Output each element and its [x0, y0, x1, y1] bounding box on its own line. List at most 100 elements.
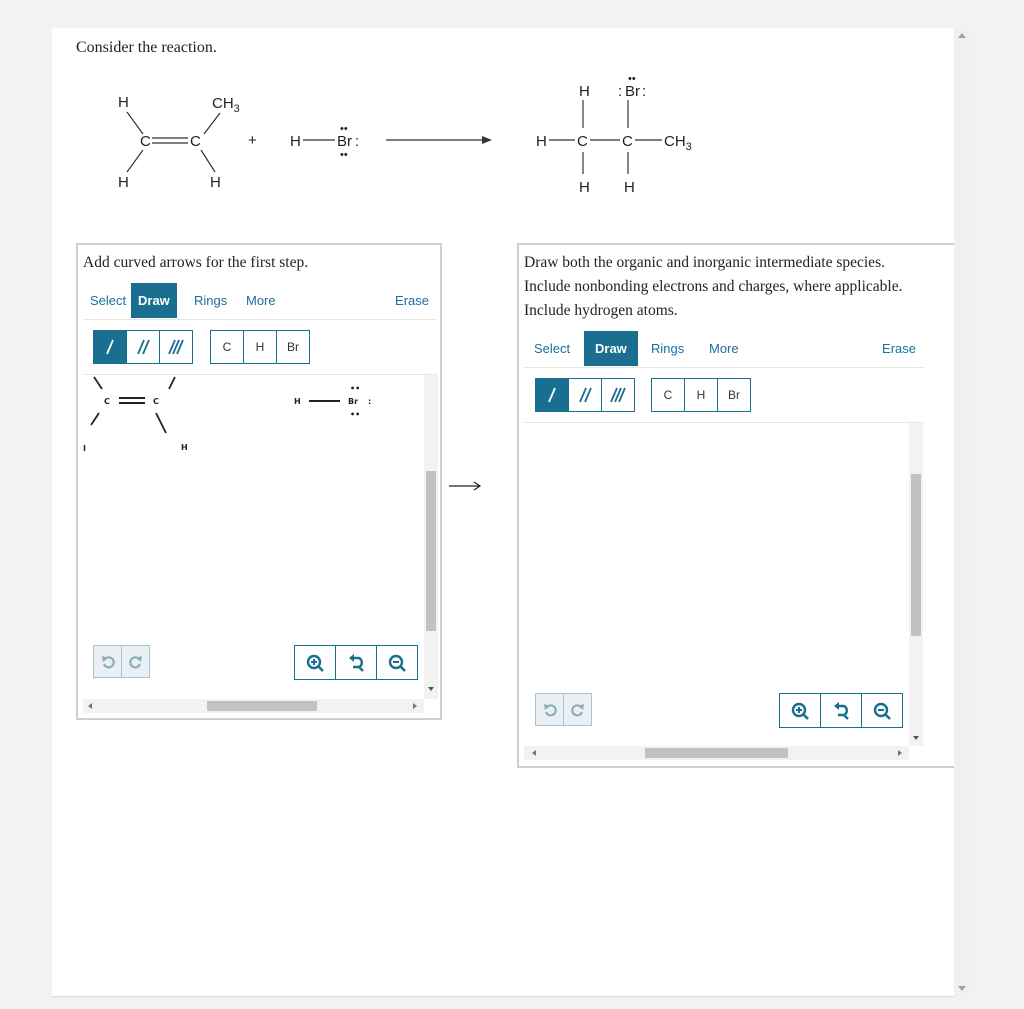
single-bond-icon [106, 339, 114, 355]
lone-pair: : [355, 133, 359, 150]
tab-more[interactable]: More [702, 331, 746, 366]
atom-tools: C H Br [651, 378, 751, 412]
zoom-out-button[interactable] [376, 645, 418, 680]
question-page: Consider the reaction. H CH3 C C H H + H… [52, 28, 965, 997]
atom-label: C [190, 133, 201, 150]
undo-button[interactable] [535, 693, 564, 726]
drawing-canvas[interactable]: C C H I H Br : •• •• [83, 375, 424, 699]
lone-pair: •• [340, 123, 348, 135]
tab-draw[interactable]: Draw [131, 283, 177, 318]
erase-button[interactable]: Erase [395, 283, 429, 318]
zoom-in-button[interactable] [779, 693, 821, 728]
history-tools [535, 693, 592, 726]
triple-bond-icon [610, 387, 626, 403]
atom-label: I [83, 444, 86, 453]
scroll-right-arrow[interactable] [898, 750, 902, 756]
lone-pair: •• [350, 410, 360, 419]
draw-tools: C H Br [83, 320, 437, 375]
atom-label: C [153, 397, 159, 406]
scroll-thumb[interactable] [645, 748, 788, 758]
zoom-in-icon [306, 654, 324, 672]
scroll-down-arrow[interactable] [913, 736, 919, 740]
scroll-thumb[interactable] [426, 471, 436, 631]
lone-pair: •• [340, 149, 348, 161]
tool-tabs: Select Draw Rings More Erase [524, 331, 924, 368]
history-tools [93, 645, 150, 678]
bond [90, 412, 100, 426]
drawing-canvas[interactable] [524, 423, 909, 746]
lone-pair: : [642, 83, 646, 100]
canvas-vertical-scrollbar[interactable] [909, 423, 923, 746]
triple-bond-icon [168, 339, 184, 355]
scroll-left-arrow[interactable] [532, 750, 536, 756]
bond [155, 412, 167, 434]
redo-button[interactable] [563, 693, 592, 726]
tab-select[interactable]: Select [527, 331, 577, 366]
curved-arrow-panel: Add curved arrows for the first step. Se… [76, 243, 442, 720]
product-bromopropane: H C C CH3 H : Br : •• H H [536, 73, 692, 196]
lone-pair: : [618, 83, 622, 100]
atom-label: Br [348, 397, 358, 406]
atom-label: CH3 [212, 95, 240, 115]
single-bond-button[interactable] [93, 330, 127, 364]
scroll-thumb[interactable] [207, 701, 317, 711]
scroll-thumb[interactable] [911, 474, 921, 636]
canvas-horizontal-scrollbar[interactable] [524, 746, 909, 760]
tab-rings[interactable]: Rings [644, 331, 691, 366]
atom-c-button[interactable]: C [210, 330, 244, 364]
atom-label: H [579, 83, 590, 100]
tab-select[interactable]: Select [83, 283, 133, 318]
redo-button[interactable] [121, 645, 150, 678]
atom-label: Br [337, 133, 352, 150]
bond [203, 112, 221, 135]
draw-tools: C H Br [524, 368, 924, 423]
bond [200, 149, 216, 173]
atom-br-button[interactable]: Br [276, 330, 310, 364]
canvas-horizontal-scrollbar[interactable] [83, 699, 424, 713]
scroll-up-arrow[interactable] [958, 33, 966, 38]
undo-icon [101, 655, 115, 668]
triple-bond-button[interactable] [601, 378, 635, 412]
atom-c-button[interactable]: C [651, 378, 685, 412]
triple-bond-button[interactable] [159, 330, 193, 364]
scroll-right-arrow[interactable] [413, 703, 417, 709]
atom-h-button[interactable]: H [684, 378, 718, 412]
zoom-in-button[interactable] [294, 645, 336, 680]
single-bond-button[interactable] [535, 378, 569, 412]
redo-icon [570, 703, 584, 716]
atom-label: CH3 [664, 133, 692, 153]
tab-more[interactable]: More [239, 283, 283, 318]
redo-icon [128, 655, 142, 668]
double-bond-button[interactable] [568, 378, 602, 412]
arrow-right-icon [449, 481, 482, 491]
undo-button[interactable] [93, 645, 122, 678]
atom-label: H [579, 179, 590, 196]
scroll-down-arrow[interactable] [428, 687, 434, 691]
zoom-out-icon [873, 702, 891, 720]
zoom-reset-button[interactable] [820, 693, 862, 728]
lone-pair: : [368, 397, 371, 406]
atom-label: H [118, 174, 129, 191]
atom-label: C [577, 133, 588, 150]
page-vertical-scrollbar[interactable] [954, 28, 970, 996]
double-bond-button[interactable] [126, 330, 160, 364]
atom-label: H [118, 94, 129, 111]
tab-draw[interactable]: Draw [584, 331, 638, 366]
scroll-down-arrow[interactable] [958, 986, 966, 991]
canvas-vertical-scrollbar[interactable] [424, 375, 438, 699]
scroll-thumb[interactable] [957, 42, 967, 982]
atom-label: C [104, 397, 110, 406]
bond [126, 111, 144, 135]
zoom-out-button[interactable] [861, 693, 903, 728]
tool-tabs: Select Draw Rings More Erase [83, 283, 437, 320]
tab-rings[interactable]: Rings [187, 283, 234, 318]
atom-br-button[interactable]: Br [717, 378, 751, 412]
scroll-left-arrow[interactable] [88, 703, 92, 709]
zoom-in-icon [791, 702, 809, 720]
zoom-reset-button[interactable] [335, 645, 377, 680]
erase-button[interactable]: Erase [882, 331, 916, 366]
atom-label: C [140, 133, 151, 150]
atom-h-button[interactable]: H [243, 330, 277, 364]
atom-label: H [181, 443, 188, 452]
bond-tools [535, 378, 635, 412]
